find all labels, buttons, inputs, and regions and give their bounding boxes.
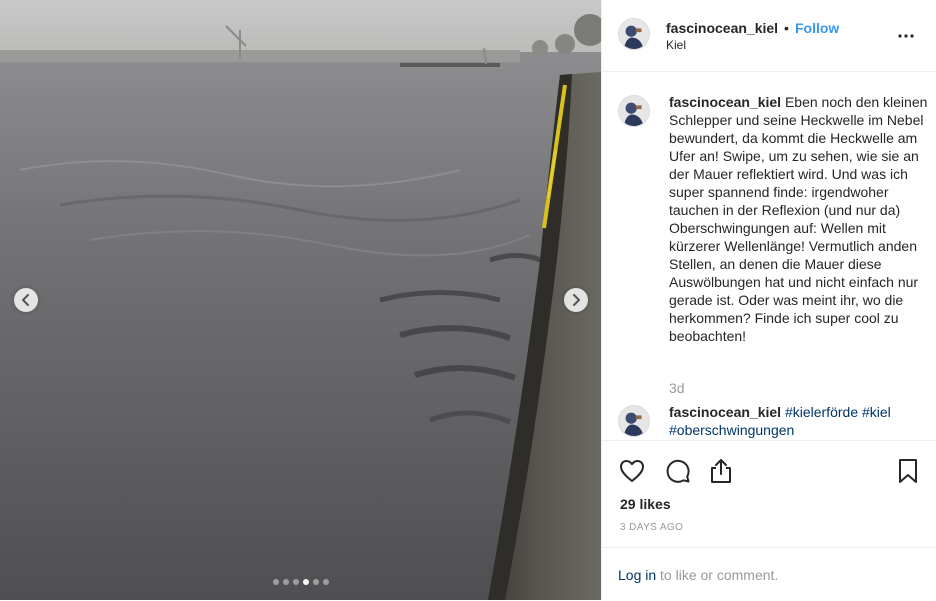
caption-avatar[interactable] (618, 95, 650, 127)
hashtag-link[interactable]: #kiel (862, 404, 891, 420)
harbor-photo (0, 0, 601, 600)
slide-dot (282, 579, 289, 585)
login-prompt: Log in to like or comment. (602, 547, 936, 601)
slide-dot (272, 579, 279, 585)
like-button[interactable] (618, 457, 646, 485)
slide-dot (302, 579, 309, 585)
heart-icon (620, 460, 644, 482)
more-options-button[interactable] (894, 24, 918, 48)
chevron-left-icon (22, 294, 29, 306)
slide-dot (312, 579, 319, 585)
more-options-icon (898, 34, 914, 38)
avatar-image (619, 406, 649, 436)
comment-username[interactable]: fascinocean_kiel (669, 404, 781, 420)
avatar-image (619, 96, 649, 126)
slide-indicator (0, 579, 601, 585)
post-date[interactable]: 3 DAYS AGO (620, 522, 683, 533)
comment-icon (666, 459, 690, 483)
slide-dot (292, 579, 299, 585)
author-username[interactable]: fascinocean_kiel (666, 20, 778, 36)
share-icon (711, 459, 731, 483)
next-slide-button[interactable] (564, 288, 588, 312)
comment-text: fascinocean_kiel #kielerförde #kiel #obe… (669, 403, 929, 439)
share-button[interactable] (707, 457, 735, 485)
slide-dot (322, 579, 329, 585)
likes-count[interactable]: 29 likes (620, 496, 671, 512)
bookmark-icon (899, 459, 917, 483)
post-header: fascinocean_kiel • Follow Kiel (602, 0, 936, 72)
login-prompt-text: Log in to like or comment. (618, 567, 778, 583)
author-avatar[interactable] (618, 18, 650, 50)
post-actions: 29 likes 3 DAYS AGO Log in to like or co… (602, 440, 936, 600)
post-media[interactable] (0, 0, 601, 600)
hashtag-link[interactable]: #kielerförde (785, 404, 858, 420)
comment-avatar[interactable] (618, 405, 650, 437)
caption-body: Eben noch den kleinen Schlepper und sein… (669, 94, 928, 344)
login-rest-text: to like or comment. (656, 567, 779, 583)
caption-username[interactable]: fascinocean_kiel (669, 94, 781, 110)
previous-slide-button[interactable] (14, 288, 38, 312)
hashtag-link[interactable]: #oberschwingungen (669, 422, 794, 438)
instagram-post: fascinocean_kiel • Follow Kiel fascinoce… (0, 0, 936, 600)
comment-button[interactable] (664, 457, 692, 485)
chevron-right-icon (573, 294, 580, 306)
post-sidebar: fascinocean_kiel • Follow Kiel fascinoce… (601, 0, 936, 600)
caption-time[interactable]: 3d (669, 380, 685, 396)
login-link[interactable]: Log in (618, 567, 656, 583)
avatar-image (619, 19, 649, 49)
post-location[interactable]: Kiel (666, 38, 686, 52)
comments-list[interactable]: fascinocean_kiel Eben noch den kleinen S… (602, 73, 936, 439)
separator-dot: • (784, 20, 789, 36)
caption-text: fascinocean_kiel Eben noch den kleinen S… (669, 93, 929, 345)
save-button[interactable] (894, 457, 922, 485)
follow-button[interactable]: Follow (795, 20, 839, 36)
